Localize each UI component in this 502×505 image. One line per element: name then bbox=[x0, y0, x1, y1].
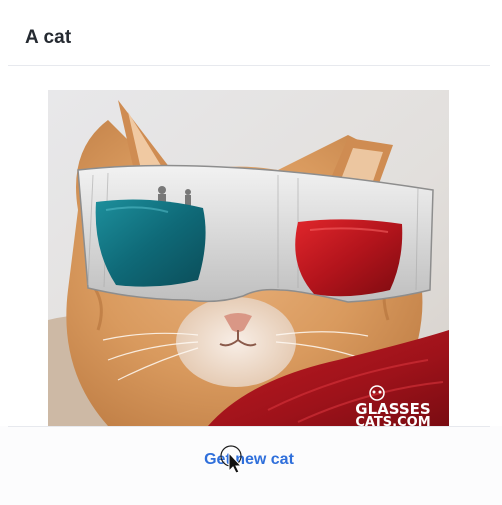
card-header: A cat bbox=[0, 0, 502, 66]
get-new-cat-button[interactable]: Get new cat bbox=[196, 446, 302, 474]
watermark-line-2: CATS.COM bbox=[355, 415, 430, 426]
cat-card: A cat GLASSES CATS.COM Get new cat bbox=[0, 0, 502, 505]
card-title: A cat bbox=[25, 27, 72, 48]
cat-image: GLASSES CATS.COM bbox=[48, 90, 449, 426]
